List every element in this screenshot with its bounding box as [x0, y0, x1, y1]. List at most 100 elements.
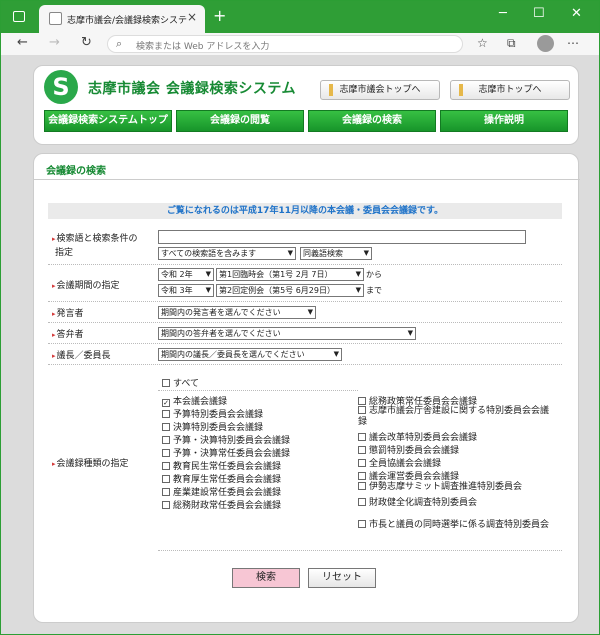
checkbox-icon: ✓: [162, 399, 170, 407]
nav-browse[interactable]: 会議録の閲覧: [176, 110, 304, 132]
period-from-era-select[interactable]: 令和 2年 ▼: [158, 268, 214, 281]
meeting-type-label: 本会議会議録: [173, 397, 228, 407]
meeting-type-label: 財政健全化調査特別委員会: [369, 498, 478, 508]
address-placeholder: 検索または Web アドレスを入力: [136, 42, 270, 52]
meeting-type-label: 志摩市議会庁舎建設に関する特別委員会会議録: [358, 406, 550, 427]
more-icon[interactable]: ⋯: [567, 36, 579, 50]
minimize-icon[interactable]: ─: [499, 6, 507, 21]
profile-avatar[interactable]: [537, 35, 554, 52]
meeting-type-checkbox[interactable]: 予算・決算常任委員会会議録: [162, 446, 290, 459]
meeting-type-label: 懲罰特別委員会会議録: [369, 446, 460, 456]
city-top-link[interactable]: 志摩市トップへ: [450, 80, 570, 100]
period-to-session-select[interactable]: 第2回定例会（第5号 6月29日） ▼: [216, 284, 364, 297]
notice-banner: ご覧になれるのは平成17年11月以降の本会議・委員会会議録です。: [48, 203, 562, 219]
chair-select[interactable]: 期間内の議長／委員長を選んでください ▼: [158, 348, 342, 361]
keyword-input[interactable]: [158, 230, 526, 244]
meeting-type-checkbox[interactable]: 総務財政常任委員会会議録: [162, 498, 281, 511]
checkbox-icon: [162, 423, 170, 431]
new-tab-icon[interactable]: +: [213, 6, 226, 25]
nav-search[interactable]: 会議録の検索: [308, 110, 436, 132]
meeting-type-label: 市長と議員の同時選挙に係る調査特別委員会: [369, 520, 550, 530]
meeting-type-checkbox[interactable]: 財政健全化調査特別委員会: [358, 495, 477, 508]
meeting-type-label: 議会改革特別委員会会議録: [369, 433, 478, 443]
meeting-type-checkbox[interactable]: 産業建設常任委員会会議録: [162, 485, 281, 498]
period-to-era-select[interactable]: 令和 3年 ▼: [158, 284, 214, 297]
chair-label: ▸議長／委員長: [52, 351, 111, 361]
divider: [48, 322, 562, 323]
meeting-type-checkbox[interactable]: 議会改革特別委員会会議録: [358, 430, 477, 443]
keyword-label-2: 指定: [55, 248, 74, 258]
speaker-select[interactable]: 期間内の発言者を選んでください ▼: [158, 306, 316, 319]
meeting-type-label: 予算・決算特別委員会会議録: [173, 436, 291, 446]
section-title: 会議録の検索: [46, 166, 106, 177]
type-all-checkbox[interactable]: すべて: [162, 376, 199, 389]
keyword-label: ▸検索語と検索条件の: [52, 234, 138, 244]
period-to-suffix: まで: [366, 286, 382, 295]
speaker-label: ▸発言者: [52, 309, 84, 319]
tab-title: 志摩市議会/会議録検索システム: [67, 16, 187, 26]
site-title: 志摩市議会 会議録検索システム: [88, 81, 296, 97]
window-menu-icon[interactable]: [13, 11, 25, 22]
back-icon[interactable]: ←: [17, 35, 28, 50]
council-top-label: 志摩市議会トップへ: [339, 85, 421, 95]
checkbox-icon: [162, 436, 170, 444]
collections-icon[interactable]: ⧉: [507, 36, 516, 51]
forward-icon[interactable]: →: [49, 35, 60, 50]
favorites-icon[interactable]: ☆: [477, 36, 488, 50]
checkbox-icon: [358, 520, 366, 528]
maximize-icon[interactable]: ☐: [533, 6, 545, 21]
meeting-type-label: 予算・決算常任委員会会議録: [173, 449, 291, 459]
meeting-type-checkbox[interactable]: 市長と議員の同時選挙に係る調査特別委員会: [358, 520, 554, 531]
checkbox-icon: [162, 488, 170, 496]
meeting-type-checkbox[interactable]: ✓ 本会議会議録: [162, 394, 227, 407]
search-button[interactable]: 検索: [232, 568, 300, 588]
meeting-type-checkbox[interactable]: 教育厚生常任委員会会議録: [162, 472, 281, 485]
reset-button[interactable]: リセット: [308, 568, 376, 588]
meeting-type-checkbox[interactable]: 全員協議会会議録: [358, 456, 441, 469]
period-from-suffix: から: [366, 270, 382, 279]
checkbox-icon: [358, 397, 366, 405]
checkbox-icon: [162, 475, 170, 483]
address-input[interactable]: ⌕ 検索または Web アドレスを入力: [107, 35, 463, 53]
checkbox-icon: [358, 406, 366, 414]
meeting-type-label: 総務財政常任委員会会議録: [173, 501, 282, 511]
meeting-type-label: 教育民生常任委員会会議録: [173, 462, 282, 472]
checkbox-icon: [162, 379, 170, 387]
meeting-type-checkbox[interactable]: 教育民生常任委員会会議録: [162, 459, 281, 472]
meeting-type-checkbox[interactable]: 伊勢志摩サミット調査推進特別委員会: [358, 482, 554, 493]
reload-icon[interactable]: ↻: [81, 35, 92, 50]
divider: [158, 390, 358, 391]
nav-system-top[interactable]: 会議録検索システムトップ: [44, 110, 172, 132]
page-content: S 志摩市議会 会議録検索システム 志摩市議会トップへ 志摩市トップへ 会議録検…: [1, 55, 599, 634]
meeting-type-checkbox[interactable]: 議会運営委員会会議録: [358, 469, 459, 482]
nav-help[interactable]: 操作説明: [440, 110, 568, 132]
meeting-type-label: 全員協議会会議録: [369, 459, 442, 469]
period-from-session-select[interactable]: 第1回臨時会（第1号 2月 7日） ▼: [216, 268, 364, 281]
period-label: ▸会議期間の指定: [52, 281, 120, 291]
checkbox-icon: [358, 482, 366, 490]
checkbox-icon: [162, 462, 170, 470]
browser-tab[interactable]: 志摩市議会/会議録検索システム ×: [39, 5, 205, 33]
link-marker-icon: [459, 84, 463, 96]
meeting-type-label: 伊勢志摩サミット調査推進特別委員会: [369, 482, 523, 492]
search-icon: ⌕: [116, 37, 123, 50]
answerer-select[interactable]: 期間内の答弁者を選んでください ▼: [158, 327, 416, 340]
council-top-link[interactable]: 志摩市議会トップへ: [320, 80, 440, 100]
meeting-type-checkbox[interactable]: 予算特別委員会会議録: [162, 407, 263, 420]
link-marker-icon: [329, 84, 333, 96]
checkbox-icon: [358, 433, 366, 441]
meeting-type-checkbox[interactable]: 懲罰特別委員会会議録: [358, 443, 459, 456]
keyword-type-select[interactable]: 同義語検索 ▼: [300, 247, 372, 260]
site-header: S 志摩市議会 会議録検索システム 志摩市議会トップへ 志摩市トップへ 会議録検…: [33, 65, 579, 145]
meeting-type-checkbox[interactable]: 予算・決算特別委員会会議録: [162, 433, 290, 446]
keyword-condition-select[interactable]: すべての検索語を含みます ▼: [158, 247, 296, 260]
close-window-icon[interactable]: ✕: [571, 6, 582, 21]
divider: [48, 364, 562, 365]
meeting-type-checkbox[interactable]: 決算特別委員会会議録: [162, 420, 263, 433]
tab-bar: 志摩市議会/会議録検索システム × + ─ ☐ ✕: [1, 1, 599, 33]
checkbox-icon: [162, 501, 170, 509]
close-tab-icon[interactable]: ×: [187, 10, 197, 24]
type-label: ▸会議録種類の指定: [52, 459, 129, 469]
meeting-type-checkbox[interactable]: 志摩市議会庁舎建設に関する特別委員会会議録: [358, 406, 554, 428]
meeting-type-label: 教育厚生常任委員会会議録: [173, 475, 282, 485]
